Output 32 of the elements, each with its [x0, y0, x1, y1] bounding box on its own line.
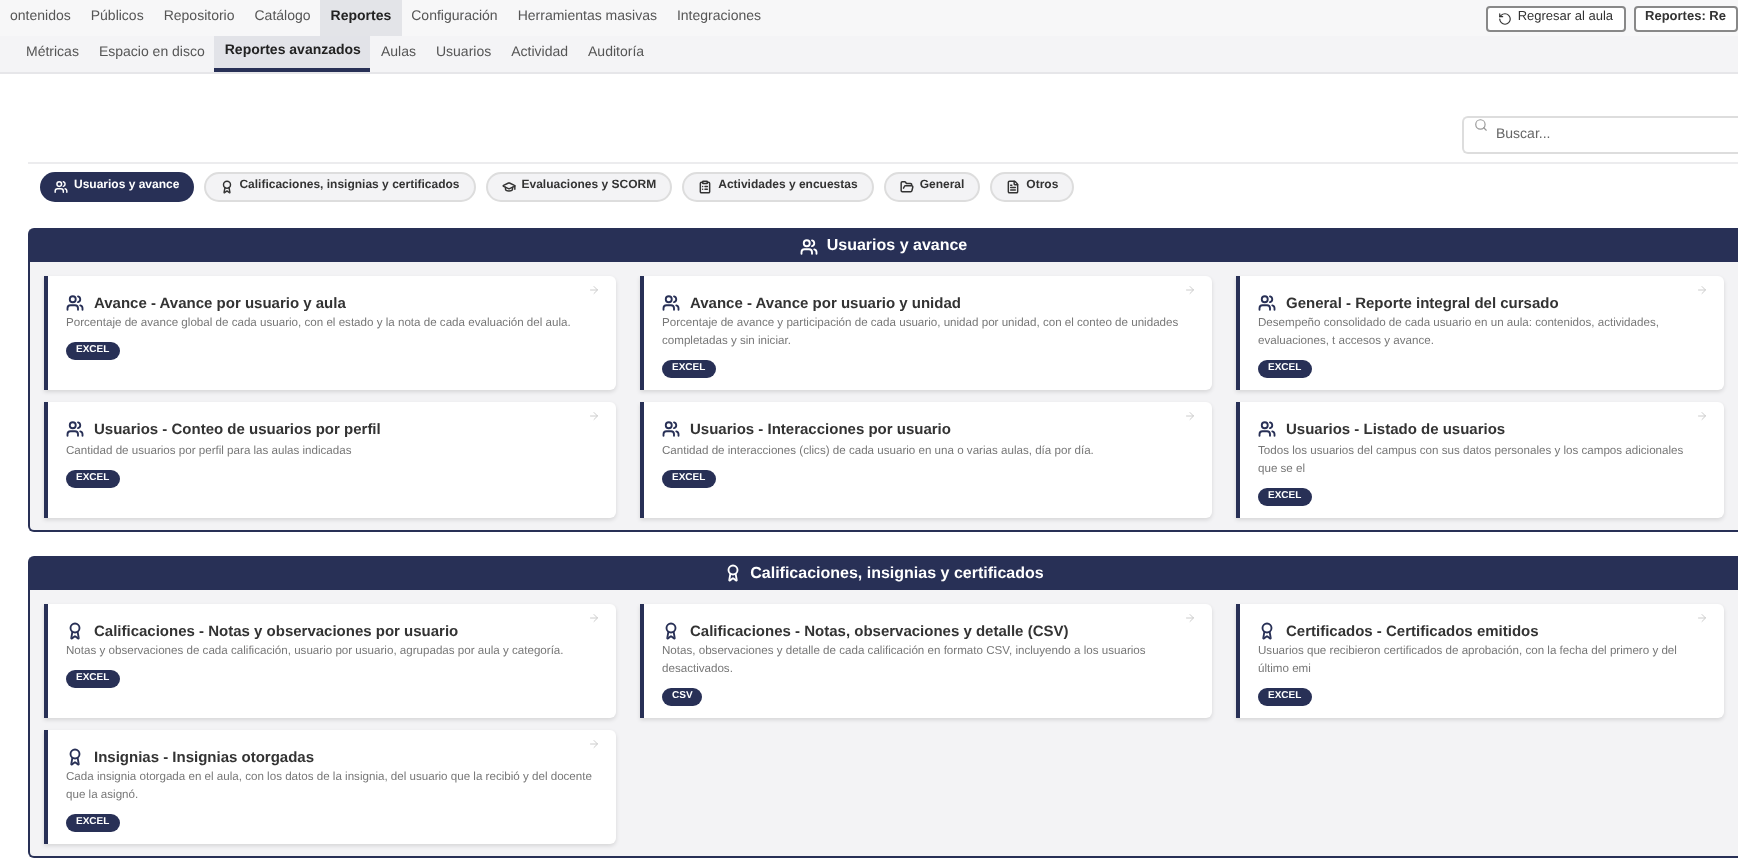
graduation-cap-icon — [501, 180, 516, 194]
arrow-icon — [1696, 284, 1708, 296]
arrow-icon — [588, 611, 600, 623]
award-icon — [66, 747, 84, 766]
users-icon — [1258, 294, 1276, 313]
award-icon — [662, 621, 680, 640]
arrow-icon — [588, 737, 600, 750]
award-icon — [724, 564, 743, 582]
arrow-icon — [1184, 611, 1196, 623]
users-icon — [800, 237, 819, 255]
undo-icon — [1497, 11, 1512, 25]
users-icon — [54, 180, 68, 194]
award-icon — [66, 621, 84, 640]
users-icon — [66, 420, 84, 439]
clipboard-icon — [698, 180, 713, 194]
section-title: Usuarios y avance — [826, 234, 968, 258]
arrow-icon — [1184, 410, 1196, 423]
search-icon — [1474, 118, 1488, 132]
section-title: Calificaciones, insignias y certificados — [750, 561, 1044, 585]
users-icon — [662, 294, 680, 313]
arrow-icon — [588, 284, 600, 296]
arrow-icon — [588, 410, 600, 423]
award-icon — [219, 180, 234, 194]
arrow-icon — [1184, 284, 1196, 296]
folder-icon — [899, 180, 914, 194]
award-icon — [1258, 621, 1276, 640]
users-icon — [1258, 420, 1276, 439]
users-icon — [66, 294, 84, 313]
users-icon — [662, 420, 680, 439]
arrow-icon — [1696, 410, 1708, 423]
arrow-icon — [1696, 611, 1708, 623]
document-icon — [1006, 180, 1021, 194]
